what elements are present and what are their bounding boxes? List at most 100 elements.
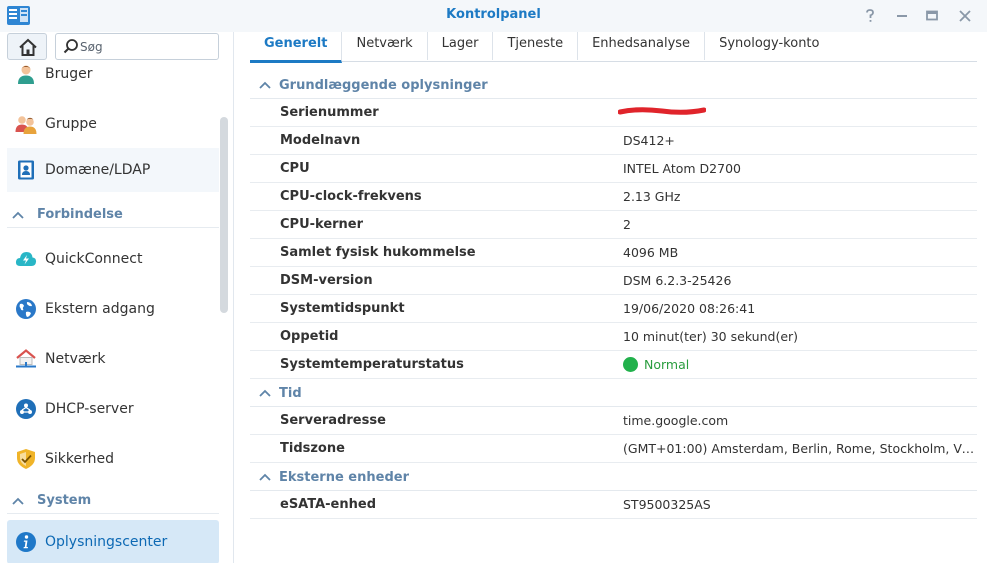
info-row-cpu-clock: CPU-clock-frekvens 2.13 GHz: [250, 183, 977, 211]
close-button[interactable]: [955, 6, 975, 26]
info-key: Systemtidspunkt: [280, 301, 405, 316]
info-key: CPU: [280, 161, 310, 176]
window-title: Kontrolpanel: [446, 7, 541, 22]
sidebar: Bruger Gruppe Domæne/LDAP: [0, 32, 234, 563]
sidebar-item-label: DHCP-server: [45, 401, 134, 417]
sidebar-item-label: QuickConnect: [45, 251, 143, 267]
sidebar-item-oplysningscenter[interactable]: Oplysningscenter: [7, 520, 219, 563]
info-key: Systemtemperaturstatus: [280, 357, 464, 372]
minimize-icon: [897, 15, 907, 17]
info-value: DSM 6.2.3-25426: [623, 273, 732, 288]
sidebar-item-label: Domæne/LDAP: [45, 162, 151, 178]
globe-icon: [16, 299, 36, 319]
sidebar-item-netvaerk[interactable]: Netværk: [7, 337, 219, 381]
tab-enhedsanalyse[interactable]: Enhedsanalyse: [578, 32, 706, 60]
info-value-status: Normal: [623, 357, 689, 372]
quickconnect-cloud-icon: [15, 252, 37, 266]
info-value: 2: [623, 217, 631, 232]
section-header-external-devices[interactable]: Eksterne enheder: [250, 464, 977, 491]
section-title: Tid: [279, 385, 302, 401]
info-key: Tidszone: [280, 441, 345, 456]
main-panel: Generelt Netværk Lager Tjeneste Enhedsan…: [250, 32, 977, 563]
section-header-basic-info[interactable]: Grundlæggende oplysninger: [250, 72, 977, 99]
tab-lager[interactable]: Lager: [428, 32, 494, 60]
sidebar-item-bruger[interactable]: Bruger: [7, 52, 219, 96]
info-key: Modelnavn: [280, 133, 361, 148]
shield-icon: [17, 449, 35, 469]
info-value: ST9500325AS: [623, 497, 711, 512]
info-key: Serveradresse: [280, 413, 386, 428]
info-key: CPU-clock-frekvens: [280, 189, 422, 204]
info-row-esata: eSATA-enhed ST9500325AS: [250, 491, 977, 519]
info-row-cpu-cores: CPU-kerner 2: [250, 211, 977, 239]
info-value: 10 minut(ter) 30 sekund(er): [623, 329, 799, 344]
info-key: Samlet fysisk hukommelse: [280, 245, 476, 260]
sidebar-item-label: Bruger: [45, 66, 93, 82]
info-key: CPU-kerner: [280, 217, 364, 232]
sidebar-section-forbindelse[interactable]: Forbindelse: [7, 202, 219, 228]
address-book-icon: [18, 160, 34, 180]
info-value: 4096 MB: [623, 245, 679, 260]
minimize-button[interactable]: [892, 6, 912, 26]
tab-synology-konto[interactable]: Synology-konto: [705, 32, 833, 60]
sidebar-scrollbar[interactable]: [220, 117, 228, 313]
sidebar-item-ekstern-adgang[interactable]: Ekstern adgang: [7, 287, 219, 331]
info-value: INTEL Atom D2700: [623, 161, 741, 176]
tab-generelt[interactable]: Generelt: [250, 32, 343, 63]
info-icon: [16, 532, 36, 552]
info-row-memory: Samlet fysisk hukommelse 4096 MB: [250, 239, 977, 267]
title-bar: Kontrolpanel: [0, 0, 987, 32]
network-house-icon: [16, 349, 36, 368]
chevron-up-icon: [12, 497, 24, 505]
info-key: Oppetid: [280, 329, 339, 344]
sidebar-section-label: System: [37, 493, 92, 508]
status-ok-icon: [623, 357, 638, 372]
user-icon: [18, 65, 34, 84]
redaction-scribble: [618, 107, 706, 115]
chevron-up-icon: [12, 211, 24, 219]
chevron-up-icon: [259, 81, 271, 89]
sidebar-item-sikkerhed[interactable]: Sikkerhed: [7, 437, 219, 481]
section-title: Eksterne enheder: [279, 469, 409, 485]
info-row-timezone: Tidszone (GMT+01:00) Amsterdam, Berlin, …: [250, 435, 977, 463]
status-text: Normal: [644, 357, 690, 372]
tab-tjeneste[interactable]: Tjeneste: [493, 32, 579, 60]
info-row-system-time: Systemtidspunkt 19/06/2020 08:26:41: [250, 295, 977, 323]
info-key: Serienummer: [280, 105, 379, 120]
sidebar-item-label: Ekstern adgang: [45, 301, 155, 317]
info-value: DS412+: [623, 133, 675, 148]
dhcp-icon: [16, 399, 36, 419]
close-icon: [959, 10, 971, 22]
sidebar-item-gruppe[interactable]: Gruppe: [7, 102, 219, 146]
question-mark-icon: [866, 9, 874, 22]
maximize-button[interactable]: [922, 6, 942, 26]
info-row-server-address: Serveradresse time.google.com: [250, 407, 977, 435]
info-value: (GMT+01:00) Amsterdam, Berlin, Rome, Sto…: [623, 441, 975, 456]
section-header-time[interactable]: Tid: [250, 380, 977, 407]
info-value: time.google.com: [623, 413, 729, 428]
sidebar-section-label: Forbindelse: [37, 207, 123, 222]
maximize-icon: [926, 10, 938, 21]
sidebar-item-label: Oplysningscenter: [45, 534, 168, 550]
info-key: DSM-version: [280, 273, 373, 288]
sidebar-item-label: Netværk: [45, 351, 106, 367]
info-row-temperature: Systemtemperaturstatus Normal: [250, 351, 977, 379]
group-icon: [15, 116, 37, 134]
chevron-up-icon: [259, 473, 271, 481]
info-row-uptime: Oppetid 10 minut(ter) 30 sekund(er): [250, 323, 977, 351]
info-value: 2.13 GHz: [623, 189, 681, 204]
info-row-cpu: CPU INTEL Atom D2700: [250, 155, 977, 183]
sidebar-item-quickconnect[interactable]: QuickConnect: [7, 237, 219, 281]
sidebar-section-system[interactable]: System: [7, 488, 219, 514]
tab-bar: Generelt Netværk Lager Tjeneste Enhedsan…: [250, 32, 977, 63]
info-key: eSATA-enhed: [280, 497, 376, 512]
help-button[interactable]: [860, 6, 880, 26]
sidebar-item-label: Sikkerhed: [45, 451, 114, 467]
tab-netvaerk[interactable]: Netværk: [342, 32, 428, 60]
sidebar-item-dhcp-server[interactable]: DHCP-server: [7, 387, 219, 431]
info-row-model: Modelnavn DS412+: [250, 127, 977, 155]
section-title: Grundlæggende oplysninger: [279, 77, 488, 93]
info-value: 19/06/2020 08:26:41: [623, 301, 756, 316]
sidebar-item-domaene-ldap[interactable]: Domæne/LDAP: [7, 148, 219, 192]
info-row-serial: Serienummer: [250, 99, 977, 127]
